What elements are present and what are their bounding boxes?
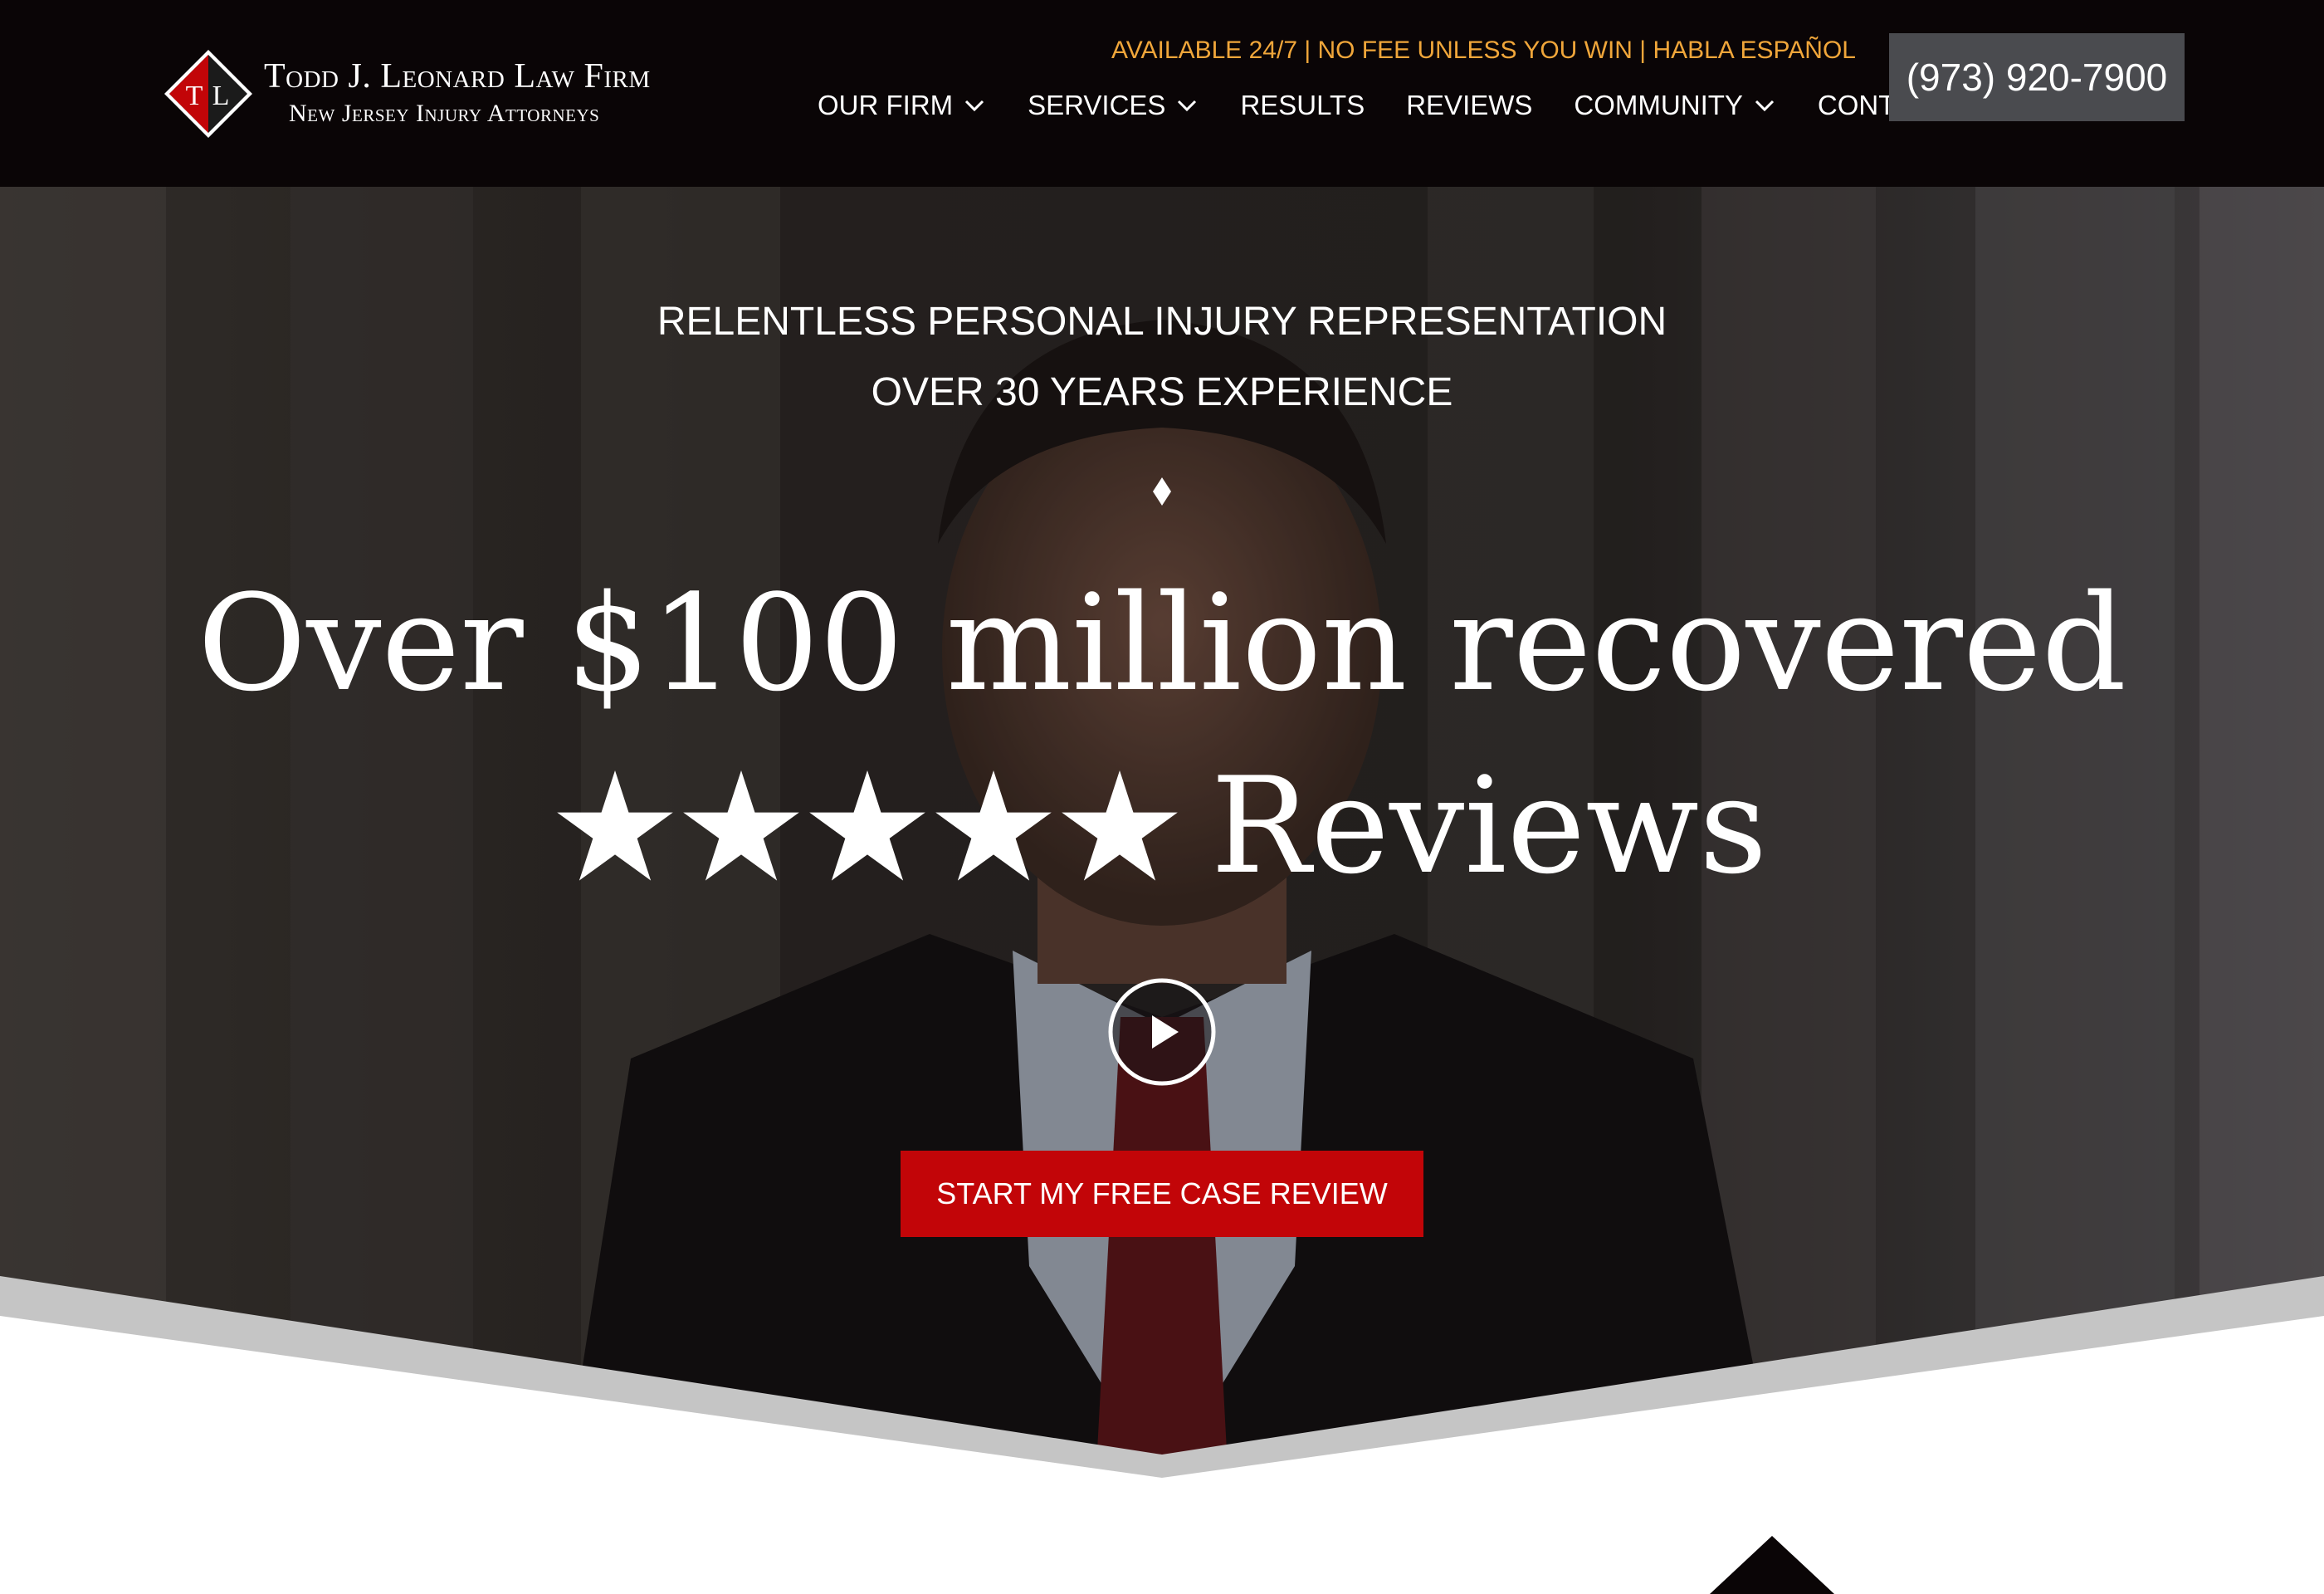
nav-label: OUR FIRM xyxy=(818,90,954,120)
firm-name: Todd J. Leonard Law Firm xyxy=(264,57,651,95)
chevron-down-icon xyxy=(965,100,984,112)
nav-results[interactable]: RESULTS xyxy=(1240,90,1365,121)
chevron-down-icon xyxy=(1755,100,1774,112)
nav-label: RESULTS xyxy=(1240,90,1365,120)
logo-monogram-t: T xyxy=(186,81,203,111)
logo-monogram-l: L xyxy=(212,81,230,111)
chevron-down-icon xyxy=(1178,100,1197,112)
hero-section: RELENTLESS PERSONAL INJURY REPRESENTATIO… xyxy=(0,187,2324,1482)
nav-community[interactable]: COMMUNITY xyxy=(1574,90,1775,121)
hero-angled-divider xyxy=(0,1276,2324,1482)
phone-button[interactable]: (973) 920-7900 xyxy=(1889,33,2185,121)
nav-label: COMMUNITY xyxy=(1574,90,1743,120)
main-nav: OUR FIRM SERVICES RESULTS REVIEWS COMMUN… xyxy=(818,90,1948,121)
firm-tagline: New Jersey Injury Attorneys xyxy=(289,100,600,127)
section-marker-icon xyxy=(1710,1536,1834,1594)
nav-label: REVIEWS xyxy=(1406,90,1533,120)
firm-logo[interactable]: T L Todd J. Leonard Law Firm New Jersey … xyxy=(163,48,677,139)
logo-diamond-icon: T L xyxy=(164,50,252,138)
nav-reviews[interactable]: REVIEWS xyxy=(1406,90,1532,121)
nav-our-firm[interactable]: OUR FIRM xyxy=(818,90,986,121)
site-header: T L Todd J. Leonard Law Firm New Jersey … xyxy=(0,0,2324,187)
nav-label: SERVICES xyxy=(1028,90,1166,120)
nav-services[interactable]: SERVICES xyxy=(1028,90,1199,121)
availability-banner: AVAILABLE 24/7 | NO FEE UNLESS YOU WIN |… xyxy=(1111,37,1856,64)
